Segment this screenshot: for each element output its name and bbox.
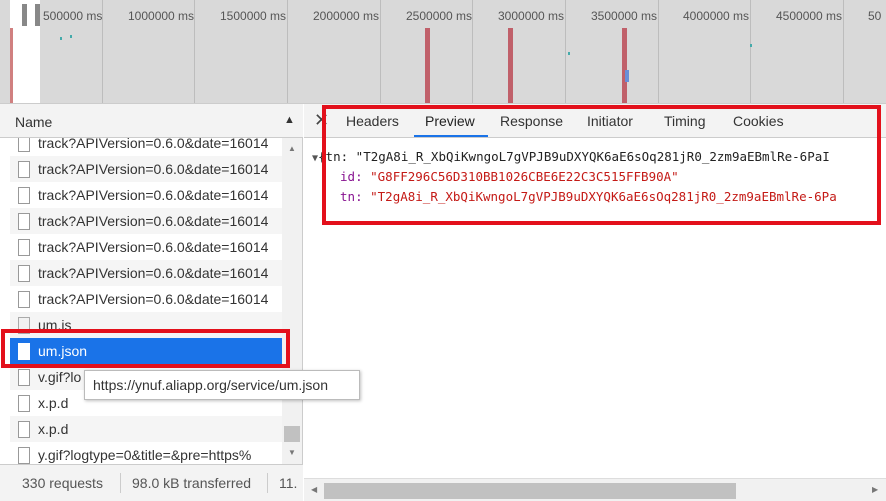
- url-tooltip: https://ynuf.aliapp.org/service/um.json: [84, 370, 360, 400]
- request-list: track?APIVersion=0.6.0&date=16014 track?…: [10, 138, 282, 464]
- scroll-down-icon[interactable]: ▼: [288, 448, 296, 457]
- network-status-bar: 330 requests 98.0 kB transferred 11.: [0, 464, 303, 501]
- timeline-gridline: [472, 0, 473, 103]
- request-name: y.gif?logtype=0&title=&pre=https%: [38, 447, 252, 463]
- list-item[interactable]: track?APIVersion=0.6.0&date=16014: [10, 208, 282, 234]
- scrollbar-thumb[interactable]: [324, 483, 736, 499]
- timeline-tick-label: 1500000 ms: [220, 9, 287, 23]
- request-list-scrollbar[interactable]: ▲ ▼: [282, 138, 302, 464]
- requests-panel: Name ▲ track?APIVersion=0.6.0&date=16014…: [0, 104, 303, 501]
- request-name: track?APIVersion=0.6.0&date=16014: [38, 213, 269, 229]
- timeline-tick-label: 2500000 ms: [406, 9, 473, 23]
- request-name: x.p.d: [38, 421, 69, 437]
- timeline-gridline: [194, 0, 195, 103]
- request-name: track?APIVersion=0.6.0&date=16014: [38, 239, 269, 255]
- timeline-tick-label: 500000 ms: [43, 9, 103, 23]
- document-icon: [18, 160, 30, 178]
- status-divider: [120, 473, 121, 493]
- timeline-tick-label: 50: [868, 9, 882, 23]
- document-icon: [18, 212, 30, 230]
- request-name: track?APIVersion=0.6.0&date=16014: [38, 291, 269, 307]
- timeline-request-dot: [625, 70, 629, 82]
- timeline-tick-label: 4000000 ms: [683, 9, 750, 23]
- timeline-tick-label: 1000000 ms: [128, 9, 195, 23]
- list-item[interactable]: y.gif?logtype=0&title=&pre=https%: [10, 442, 282, 464]
- timeline-gridline: [287, 0, 288, 103]
- timeline-gridline: [658, 0, 659, 103]
- list-item[interactable]: track?APIVersion=0.6.0&date=16014: [10, 138, 282, 156]
- list-item[interactable]: track?APIVersion=0.6.0&date=16014: [10, 260, 282, 286]
- document-icon: [18, 290, 30, 308]
- timeline-right-handle[interactable]: [35, 4, 40, 26]
- timeline-request-dot: [60, 37, 62, 40]
- timeline-left-handle[interactable]: [22, 4, 27, 26]
- name-column-label: Name: [15, 114, 53, 130]
- request-name: track?APIVersion=0.6.0&date=16014: [38, 187, 269, 203]
- request-name: x.p.d: [38, 395, 69, 411]
- timeline-request-dot: [70, 35, 72, 38]
- highlight-box-selected-request: [1, 329, 290, 368]
- timeline-gridline: [565, 0, 566, 103]
- request-name: v.gif?lo: [38, 369, 82, 385]
- scroll-left-icon[interactable]: ◀: [311, 485, 317, 494]
- sort-ascending-icon[interactable]: ▲: [284, 114, 295, 126]
- timeline-gridline: [843, 0, 844, 103]
- timeline-gridline: [750, 0, 751, 103]
- document-icon: [18, 186, 30, 204]
- name-column-header[interactable]: Name ▲: [0, 104, 303, 138]
- preview-horizontal-scrollbar[interactable]: ◀ ▶: [304, 478, 886, 501]
- document-icon: [18, 138, 30, 152]
- timeline-tick-label: 4500000 ms: [776, 9, 843, 23]
- request-name: track?APIVersion=0.6.0&date=16014: [38, 265, 269, 281]
- timeline-request-bar: [425, 28, 430, 103]
- timeline-request-bar: [622, 28, 627, 103]
- scroll-right-icon[interactable]: ▶: [872, 485, 878, 494]
- document-icon: [18, 446, 30, 464]
- document-icon: [18, 264, 30, 282]
- document-icon: [18, 394, 30, 412]
- transferred-size: 98.0 kB transferred: [132, 475, 252, 491]
- list-item[interactable]: track?APIVersion=0.6.0&date=16014: [10, 234, 282, 260]
- list-item[interactable]: x.p.d: [10, 416, 282, 442]
- timeline-request-dot: [750, 44, 752, 47]
- timeline-tick-label: 3000000 ms: [498, 9, 565, 23]
- list-item[interactable]: track?APIVersion=0.6.0&date=16014: [10, 286, 282, 312]
- scrollbar-thumb[interactable]: [284, 426, 300, 442]
- list-item[interactable]: track?APIVersion=0.6.0&date=16014: [10, 156, 282, 182]
- timeline-request-bar: [10, 28, 13, 103]
- resources-size: 11.: [279, 475, 298, 491]
- timeline-request-bar: [508, 28, 513, 103]
- list-item[interactable]: track?APIVersion=0.6.0&date=16014: [10, 182, 282, 208]
- request-name: track?APIVersion=0.6.0&date=16014: [38, 161, 269, 177]
- timeline-request-dot: [568, 52, 570, 55]
- timeline-tick-label: 2000000 ms: [313, 9, 380, 23]
- timeline-gridline: [380, 0, 381, 103]
- highlight-box-preview: [322, 105, 881, 225]
- timeline-tick-label: 3500000 ms: [591, 9, 658, 23]
- document-icon: [18, 420, 30, 438]
- network-overview-timeline[interactable]: 500000 ms 1000000 ms 1500000 ms 2000000 …: [0, 0, 886, 104]
- scroll-up-icon[interactable]: ▲: [288, 144, 296, 153]
- request-count: 330 requests: [22, 475, 103, 491]
- request-name: track?APIVersion=0.6.0&date=16014: [38, 138, 269, 151]
- document-icon: [18, 238, 30, 256]
- status-divider: [267, 473, 268, 493]
- document-icon: [18, 368, 30, 386]
